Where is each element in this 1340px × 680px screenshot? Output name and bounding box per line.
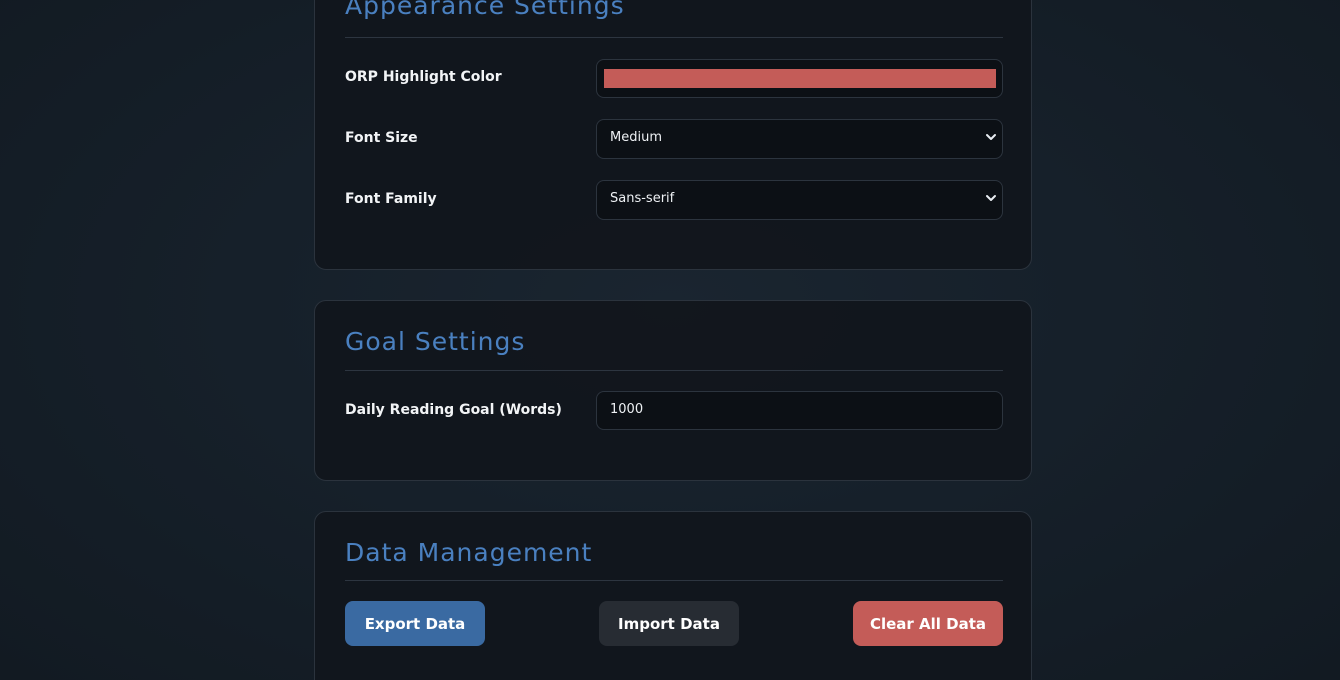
orp-highlight-color-picker[interactable]: [596, 59, 1003, 98]
data-management-divider: [345, 580, 1003, 581]
daily-reading-goal-label: Daily Reading Goal (Words): [345, 402, 562, 418]
appearance-divider: [345, 37, 1003, 38]
appearance-settings-title: Appearance Settings: [345, 0, 625, 20]
font-size-selected-value: Medium: [610, 130, 662, 145]
appearance-settings-card: Appearance Settings ORP Highlight Color …: [314, 0, 1032, 270]
goal-settings-card: Goal Settings Daily Reading Goal (Words)…: [314, 300, 1032, 481]
orp-highlight-color-label: ORP Highlight Color: [345, 69, 502, 85]
font-family-selected-value: Sans-serif: [610, 191, 675, 206]
font-size-select[interactable]: Medium: [596, 119, 1003, 159]
font-size-label: Font Size: [345, 130, 418, 146]
data-management-card: Data Management Export Data Import Data …: [314, 511, 1032, 680]
chevron-down-icon: [986, 134, 996, 140]
chevron-down-icon: [986, 195, 996, 201]
orp-color-swatch: [604, 69, 996, 88]
data-management-title: Data Management: [345, 538, 593, 567]
font-family-label: Font Family: [345, 191, 437, 207]
clear-all-data-button[interactable]: Clear All Data: [853, 601, 1003, 646]
font-family-select[interactable]: Sans-serif: [596, 180, 1003, 220]
goal-settings-title: Goal Settings: [345, 327, 526, 356]
goal-divider: [345, 370, 1003, 371]
import-data-button[interactable]: Import Data: [599, 601, 739, 646]
daily-reading-goal-input[interactable]: 1000: [596, 391, 1003, 430]
export-data-button[interactable]: Export Data: [345, 601, 485, 646]
daily-reading-goal-value: 1000: [610, 402, 644, 417]
